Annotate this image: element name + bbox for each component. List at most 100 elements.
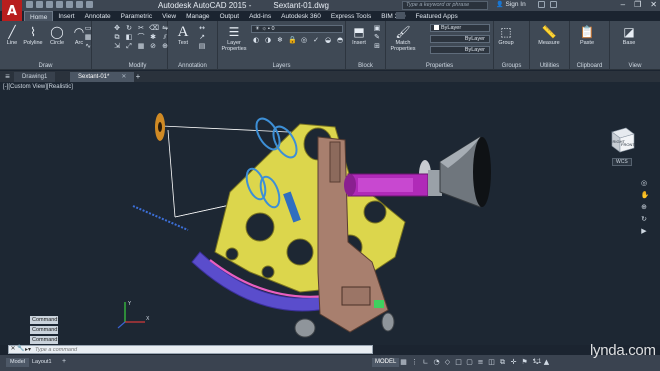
- measure-tool[interactable]: 📏 Measure: [538, 25, 560, 46]
- tab-model[interactable]: Model: [6, 358, 29, 367]
- drawing-viewport[interactable]: [-][Custom View][Realistic] Y X FRONT RI…: [0, 82, 660, 345]
- save-as-icon[interactable]: [56, 1, 63, 8]
- viewcube[interactable]: FRONT RIGHT: [604, 122, 640, 158]
- open-icon[interactable]: [36, 1, 43, 8]
- view-panel-label[interactable]: View: [610, 63, 660, 69]
- command-input[interactable]: [35, 346, 372, 353]
- mirror2-icon[interactable]: ◧: [125, 34, 133, 41]
- tab-add-ins[interactable]: Add-ins: [244, 11, 276, 21]
- minimize-icon[interactable]: –: [621, 0, 625, 9]
- circle-tool[interactable]: ◯ Circle: [46, 25, 68, 46]
- rotate-icon[interactable]: ↻: [125, 25, 133, 32]
- polyline-tool[interactable]: ⌇ Polyline: [22, 25, 44, 46]
- layer-unisolate-icon[interactable]: ◒: [324, 37, 332, 44]
- add-layout-icon[interactable]: +: [62, 358, 66, 365]
- new-icon[interactable]: [26, 1, 33, 8]
- copy-icon[interactable]: ⧉: [113, 34, 121, 41]
- stretch-icon[interactable]: ⇲: [113, 43, 121, 50]
- groups-panel-label[interactable]: Groups: [494, 63, 529, 69]
- trim-icon[interactable]: ✂: [137, 25, 145, 32]
- scale-icon[interactable]: ⤢: [125, 43, 133, 50]
- exchange-icon[interactable]: [538, 1, 545, 8]
- layer-properties-tool[interactable]: ☰ Layer Properties: [220, 25, 248, 52]
- annotation-visibility-icon[interactable]: ⚑: [521, 359, 528, 366]
- attribute-icon[interactable]: ⊞: [373, 43, 381, 50]
- leader-icon[interactable]: ↗: [198, 34, 206, 41]
- isodraft-icon[interactable]: ◇: [444, 359, 451, 366]
- ortho-icon[interactable]: ∟: [422, 359, 429, 366]
- rectangle-icon[interactable]: ▭: [84, 25, 92, 32]
- application-menu-button[interactable]: A: [2, 0, 22, 22]
- tab-insert[interactable]: Insert: [53, 11, 79, 21]
- layer-off-icon[interactable]: ◐: [252, 37, 260, 44]
- group-tool[interactable]: ⬚ Group: [495, 25, 517, 46]
- move-icon[interactable]: ✥: [113, 25, 121, 32]
- tab-manage[interactable]: Manage: [181, 11, 215, 21]
- selection-cycling-icon[interactable]: ⧉: [499, 359, 506, 366]
- polar-icon[interactable]: ◔: [433, 359, 440, 366]
- layer-match-icon[interactable]: ◎: [300, 37, 308, 44]
- showmotion-icon[interactable]: ▶: [641, 228, 648, 235]
- array-icon[interactable]: ▦: [137, 43, 145, 50]
- wcs-menu[interactable]: WCS: [612, 158, 632, 166]
- linetype-dropdown[interactable]: ByLayer: [430, 35, 490, 43]
- customize-icon[interactable]: 🔧: [17, 346, 25, 353]
- properties-panel-label[interactable]: Properties: [386, 63, 493, 69]
- close-tab-icon[interactable]: ✕: [121, 74, 126, 80]
- ribbon-toggle-button[interactable]: [396, 12, 405, 19]
- close-icon[interactable]: ✕: [650, 0, 657, 9]
- close-command-line-icon[interactable]: ✕: [9, 346, 17, 353]
- 3dosnap-icon[interactable]: ▢: [466, 359, 473, 366]
- new-tab-icon[interactable]: +: [133, 72, 143, 82]
- explode-icon[interactable]: ✱: [149, 34, 157, 41]
- erase-icon[interactable]: ⌫: [149, 25, 159, 32]
- table-icon[interactable]: ▤: [198, 43, 206, 50]
- utilities-panel-label[interactable]: Utilities: [530, 63, 569, 69]
- tab-autodesk-360[interactable]: Autodesk 360: [276, 11, 326, 21]
- plot-icon[interactable]: [66, 1, 73, 8]
- layer-walk-icon[interactable]: ◓: [336, 37, 344, 44]
- annotation-scale-icon[interactable]: ▲: [543, 359, 550, 366]
- file-tab-sextant[interactable]: Sextant-01* ✕: [70, 72, 135, 82]
- layer-isolate-icon[interactable]: ◑: [264, 37, 272, 44]
- tab-layout1[interactable]: Layout1: [28, 358, 56, 367]
- file-menu-icon[interactable]: ≡: [3, 72, 12, 81]
- sign-in-button[interactable]: Sign In: [496, 1, 525, 8]
- lineweight-icon[interactable]: ≡: [477, 359, 484, 366]
- tab-output[interactable]: Output: [215, 11, 245, 21]
- block-panel-label[interactable]: Block: [346, 63, 385, 69]
- model-space-toggle[interactable]: MODEL: [372, 358, 400, 367]
- redo-icon[interactable]: [86, 1, 93, 8]
- create-block-icon[interactable]: ▣: [373, 25, 381, 32]
- tab-parametric[interactable]: Parametric: [116, 11, 157, 21]
- clipboard-panel-label[interactable]: Clipboard: [570, 63, 609, 69]
- text-tool[interactable]: A Text: [172, 24, 194, 47]
- insert-tool[interactable]: ⬒ Insert: [348, 25, 370, 46]
- transparency-icon[interactable]: ◫: [488, 359, 495, 366]
- draw-panel-label[interactable]: Draw: [0, 63, 91, 69]
- file-tab-drawing1[interactable]: Drawing1: [14, 72, 56, 82]
- modify-panel-label[interactable]: Modify: [108, 63, 167, 69]
- steering-wheel-icon[interactable]: ◎: [641, 180, 648, 187]
- paste-tool[interactable]: 📋 Paste: [576, 25, 598, 46]
- tab-home[interactable]: Home: [24, 11, 54, 21]
- layer-lock-icon[interactable]: 🔒: [288, 37, 297, 44]
- tab-express-tools[interactable]: Express Tools: [326, 11, 376, 21]
- annotation-scale[interactable]: 1:1: [533, 358, 541, 367]
- help-icon[interactable]: [550, 1, 557, 8]
- zoom-icon[interactable]: ⊕: [641, 204, 648, 211]
- orbit-icon[interactable]: ↻: [641, 216, 648, 223]
- fillet-icon[interactable]: ⌒: [137, 34, 145, 41]
- snap-icon[interactable]: ⋮: [411, 359, 418, 366]
- gizmo-icon[interactable]: ✛: [510, 359, 517, 366]
- layer-freeze-icon[interactable]: ❄: [276, 37, 284, 44]
- osnap-icon[interactable]: □: [455, 359, 462, 366]
- line-tool[interactable]: ╱ Line: [1, 25, 23, 46]
- layer-current-icon[interactable]: ✓: [312, 37, 320, 44]
- spline-icon[interactable]: ∿: [84, 43, 92, 50]
- tab-view[interactable]: View: [157, 11, 181, 21]
- layer-dropdown[interactable]: ☀ ☼ ▪ 0: [251, 25, 343, 33]
- tab-bim-360[interactable]: BIM 360: [376, 11, 410, 21]
- tab-annotate[interactable]: Annotate: [80, 11, 116, 21]
- match-properties-tool[interactable]: 🖌 Match Properties: [388, 25, 418, 52]
